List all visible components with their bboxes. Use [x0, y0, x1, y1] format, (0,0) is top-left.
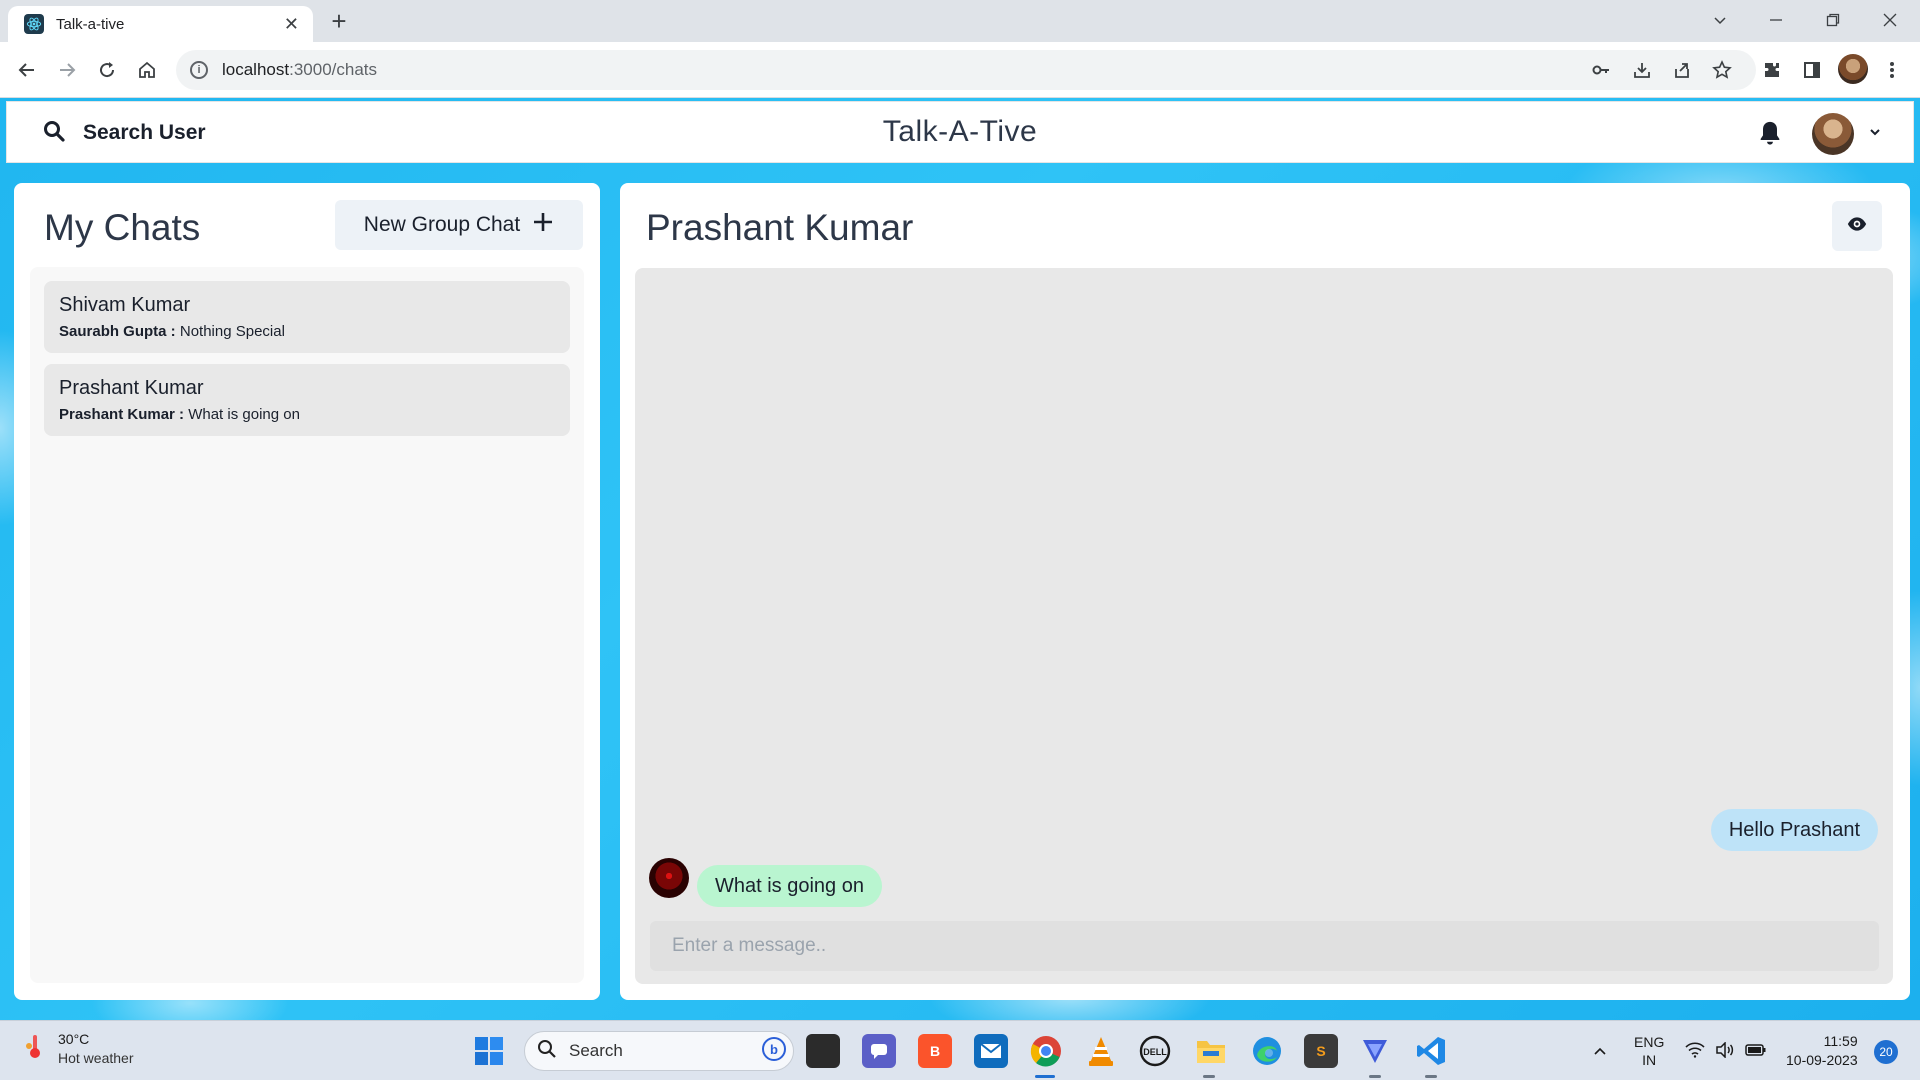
url-path: :3000/chats — [289, 60, 378, 79]
edge-icon[interactable] — [1250, 1034, 1284, 1068]
sublime-text-icon[interactable]: S — [1304, 1034, 1338, 1068]
react-favicon-icon — [24, 14, 44, 34]
browser-profile-avatar[interactable] — [1838, 54, 1868, 84]
chat-latest-message: Prashant Kumar : What is going on — [59, 406, 555, 423]
messages-area: Hello Prashant What is going on — [635, 268, 1893, 984]
restore-button[interactable] — [1805, 0, 1861, 40]
wifi-icon — [1685, 1041, 1705, 1061]
weather-temperature: 30°C — [58, 1031, 90, 1047]
weather-description: Hot weather — [58, 1050, 134, 1066]
taskbar-search-label: Search — [569, 1041, 623, 1060]
sender-avatar[interactable] — [649, 858, 689, 898]
new-group-chat-button[interactable]: New Group Chat — [335, 200, 583, 250]
plus-icon — [532, 211, 554, 239]
explorer-open-indicator — [1203, 1075, 1215, 1078]
minimize-button[interactable] — [1748, 0, 1804, 40]
language-indicator[interactable]: ENG IN — [1634, 1021, 1664, 1080]
forward-button[interactable] — [49, 52, 85, 88]
chrome-active-indicator — [1035, 1075, 1055, 1078]
browser-menu-icon[interactable] — [1876, 54, 1908, 86]
new-tab-button[interactable]: + — [325, 6, 353, 36]
chat-box-panel: Prashant Kumar Hello Prashant What is go… — [620, 183, 1910, 1000]
windows-start-icon[interactable] — [472, 1034, 506, 1068]
share-icon[interactable] — [1666, 54, 1698, 86]
battery-icon — [1745, 1043, 1767, 1060]
new-group-chat-label: New Group Chat — [363, 213, 521, 236]
message-bubble-incoming: What is going on — [697, 865, 882, 907]
vscode-icon[interactable] — [1414, 1034, 1448, 1068]
back-button[interactable] — [9, 52, 45, 88]
chat-list-item[interactable]: Prashant Kumar Prashant Kumar : What is … — [44, 364, 570, 436]
svg-text:DELL: DELL — [1143, 1047, 1167, 1057]
windows-taskbar: 30°C Hot weather Search b B DELL S ENG I… — [0, 1020, 1920, 1080]
view-profile-button[interactable] — [1832, 201, 1882, 251]
file-explorer-icon[interactable] — [1194, 1034, 1228, 1068]
my-chats-heading: My Chats — [44, 207, 201, 248]
latest-sender: Prashant Kumar : — [59, 406, 185, 423]
bing-icon: b — [761, 1036, 787, 1067]
mail-icon[interactable] — [974, 1034, 1008, 1068]
app-page: Search User Talk-A-Tive My Chats New Gro… — [0, 98, 1920, 1020]
tab-title: Talk-a-tive — [56, 15, 125, 33]
home-button[interactable] — [129, 52, 165, 88]
postman-like-icon[interactable] — [1358, 1034, 1392, 1068]
side-panel-icon[interactable] — [1796, 54, 1828, 86]
install-app-icon[interactable] — [1626, 54, 1658, 86]
chat-name: Shivam Kumar — [59, 294, 191, 316]
avatar — [1812, 113, 1854, 155]
notification-bell-icon[interactable] — [1756, 119, 1784, 147]
clock-date: 10-09-2023 — [1786, 1052, 1858, 1068]
tab-search-icon[interactable] — [1692, 0, 1748, 40]
task-view-icon[interactable] — [806, 1034, 840, 1068]
close-window-button[interactable] — [1862, 0, 1918, 40]
latest-text: Nothing Special — [175, 323, 285, 340]
chat-name: Prashant Kumar — [59, 377, 204, 399]
vlc-icon[interactable] — [1084, 1034, 1118, 1068]
clock[interactable]: 11:59 10-09-2023 — [1786, 1021, 1858, 1080]
brave-browser-icon[interactable]: B — [918, 1034, 952, 1068]
region-code: IN — [1642, 1052, 1657, 1068]
chat-list-item[interactable]: Shivam Kumar Saurabh Gupta : Nothing Spe… — [44, 281, 570, 353]
url-host: localhost — [222, 60, 290, 79]
browser-tab[interactable]: Talk-a-tive ✕ — [8, 6, 313, 42]
volume-icon — [1715, 1040, 1735, 1061]
latest-text: What is going on — [184, 406, 300, 423]
latest-sender: Saurabh Gupta : — [59, 323, 176, 340]
system-tray-icons[interactable] — [1685, 1021, 1767, 1080]
weather-widget[interactable]: 30°C Hot weather — [24, 1031, 133, 1066]
tab-close-icon[interactable]: ✕ — [284, 14, 299, 35]
message-input[interactable] — [650, 921, 1879, 971]
my-chats-panel: My Chats New Group Chat Shivam Kumar Sau… — [14, 183, 600, 1000]
svg-text:b: b — [770, 1042, 778, 1057]
address-bar[interactable]: i localhost:3000/chats — [176, 50, 1756, 90]
browser-tab-strip: Talk-a-tive ✕ + — [0, 0, 1920, 42]
key-icon[interactable] — [1585, 54, 1617, 86]
thermometer-icon — [24, 1032, 46, 1065]
clock-time: 11:59 — [1823, 1033, 1858, 1049]
notification-count-badge[interactable]: 20 — [1874, 1040, 1898, 1064]
reload-button[interactable] — [89, 52, 125, 88]
language-code: ENG — [1634, 1034, 1665, 1050]
extensions-icon[interactable] — [1756, 54, 1788, 86]
chat-title: Prashant Kumar — [646, 207, 914, 248]
message-bubble-outgoing: Hello Prashant — [1710, 809, 1878, 851]
browser-toolbar: i localhost:3000/chats — [0, 42, 1920, 98]
profile-menu-button[interactable] — [1812, 112, 1882, 156]
teams-chat-icon[interactable] — [862, 1034, 896, 1068]
app-header: Search User Talk-A-Tive — [6, 101, 1914, 163]
chevron-down-icon — [1868, 125, 1882, 144]
chat-latest-message: Saurabh Gupta : Nothing Special — [59, 323, 555, 340]
search-icon — [537, 1039, 557, 1064]
app-brand-title: Talk-A-Tive — [882, 115, 1038, 148]
show-hidden-icons[interactable] — [1592, 1021, 1608, 1080]
chat-list: Shivam Kumar Saurabh Gupta : Nothing Spe… — [30, 267, 584, 983]
app-open-indicator — [1369, 1075, 1381, 1078]
taskbar-search[interactable]: Search b — [524, 1031, 794, 1071]
bookmark-star-icon[interactable] — [1706, 54, 1738, 86]
site-info-icon[interactable]: i — [190, 61, 208, 79]
chrome-icon[interactable] — [1029, 1034, 1063, 1068]
dell-icon[interactable]: DELL — [1138, 1034, 1172, 1068]
eye-icon — [1847, 214, 1867, 239]
vscode-open-indicator — [1425, 1075, 1437, 1078]
